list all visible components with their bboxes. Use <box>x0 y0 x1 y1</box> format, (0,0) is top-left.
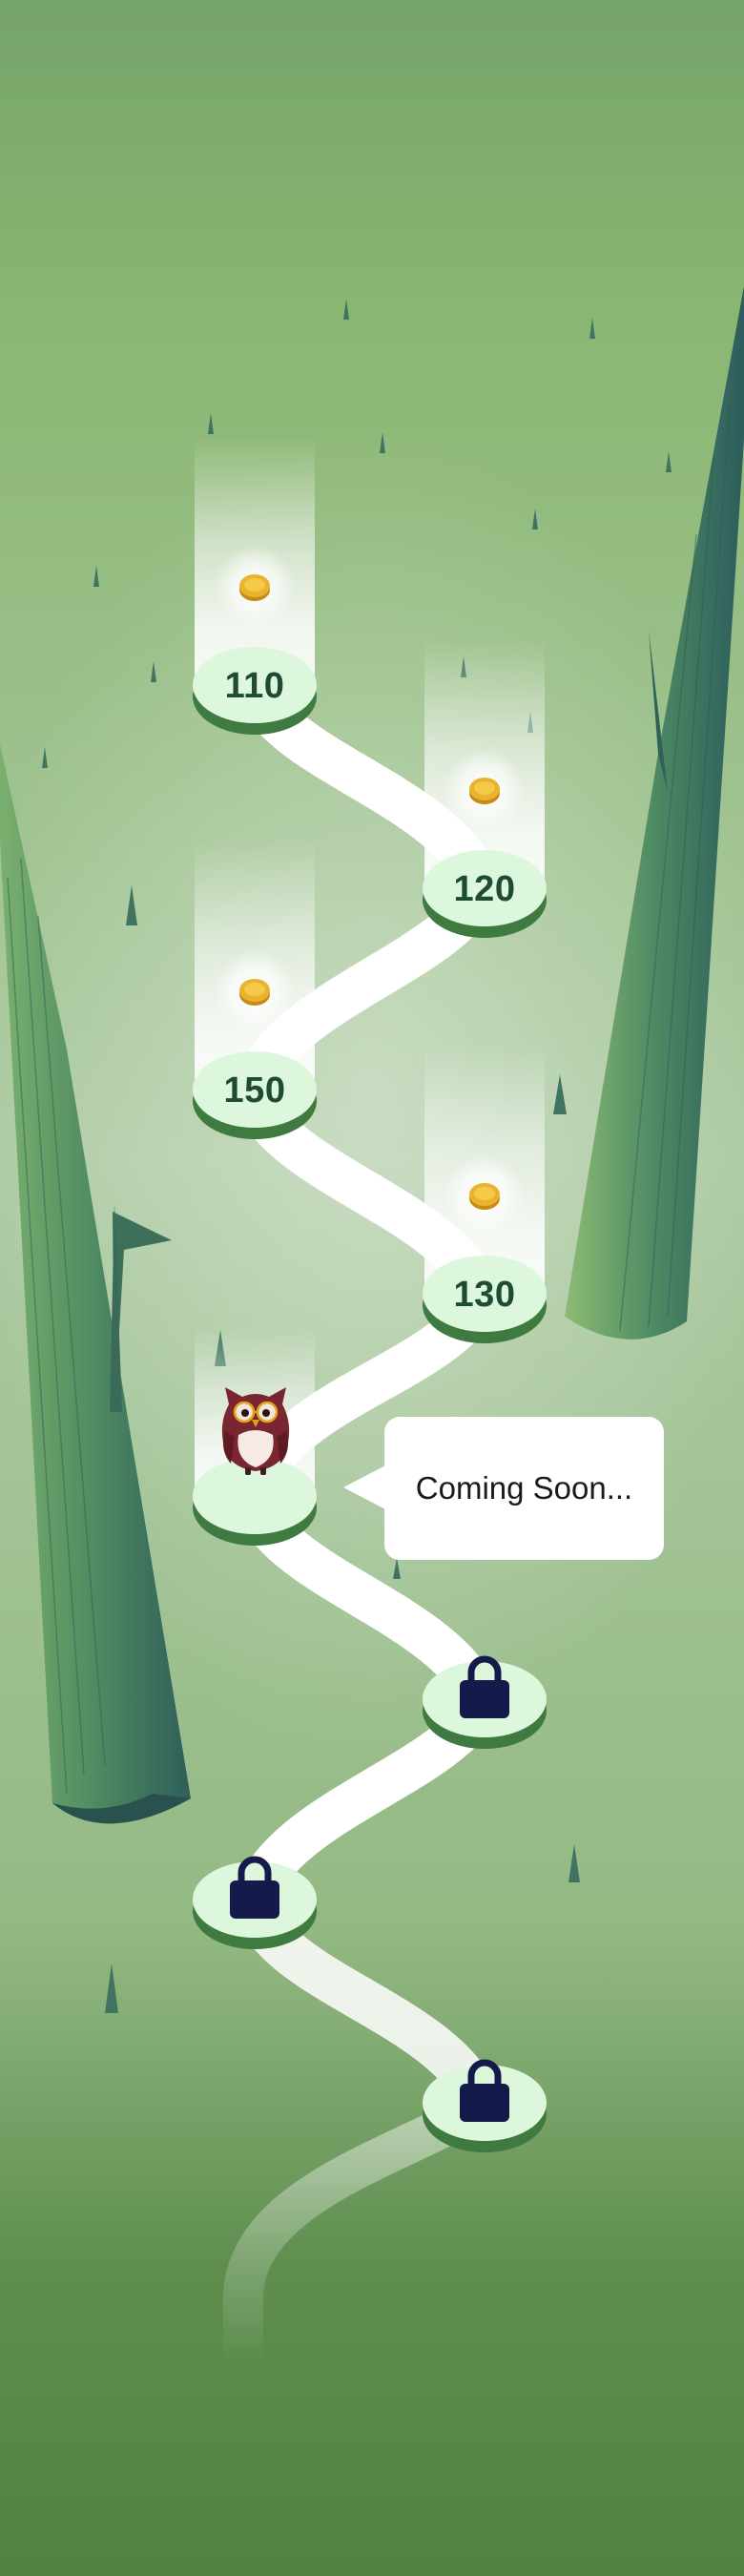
tooltip-text: Coming Soon... <box>415 1470 633 1506</box>
coin-icon <box>213 546 297 626</box>
level-node[interactable]: 130 <box>423 1045 547 1345</box>
level-map-screen: 110 120 150 130 Coming Soon... <box>0 0 744 2576</box>
current-level-node[interactable] <box>193 1328 317 1548</box>
locked-level-node[interactable] <box>423 1655 547 1751</box>
coin-icon <box>443 749 527 829</box>
map-background <box>0 0 744 2576</box>
lock-icon <box>458 1653 511 1722</box>
level-node[interactable]: 150 <box>193 841 317 1141</box>
coming-soon-tooltip: Coming Soon... <box>343 1417 664 1560</box>
level-number: 150 <box>223 1070 286 1111</box>
lock-icon <box>228 1854 281 1922</box>
tooltip-tail <box>343 1465 387 1510</box>
level-node[interactable]: 120 <box>423 639 547 940</box>
lock-icon <box>458 2057 511 2126</box>
coin-icon <box>443 1154 527 1235</box>
owl-icon <box>217 1383 294 1479</box>
level-number: 130 <box>453 1275 516 1315</box>
level-node[interactable]: 110 <box>193 436 317 737</box>
level-number: 110 <box>224 666 285 706</box>
level-number: 120 <box>453 869 516 909</box>
locked-level-node[interactable] <box>423 2059 547 2154</box>
coin-icon <box>213 950 297 1030</box>
locked-level-node[interactable] <box>193 1856 317 1951</box>
